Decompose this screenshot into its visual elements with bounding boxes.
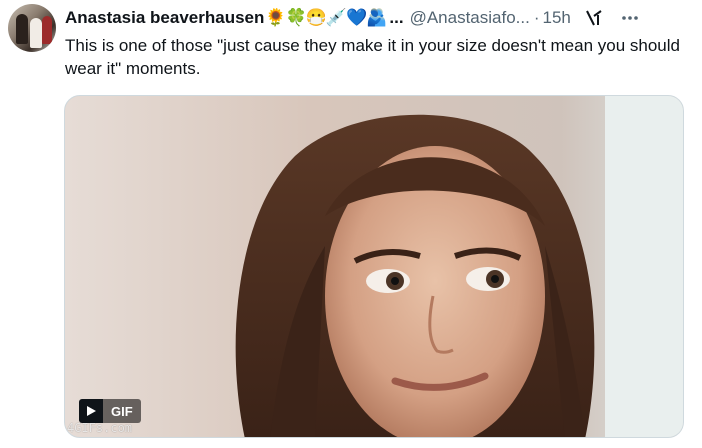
grok-icon[interactable]	[583, 7, 605, 29]
timestamp[interactable]: 15h	[543, 8, 571, 28]
gif-media[interactable]: GIF 4GIFs.com	[64, 95, 684, 438]
tweet-header: Anastasia beaverhausen 🌻🍀😷💉💙🫂 ... @Anast…	[65, 6, 692, 30]
display-name[interactable]: Anastasia beaverhausen	[65, 8, 264, 28]
gif-label: GIF	[103, 399, 141, 423]
tweet-text: This is one of those "just cause they ma…	[65, 36, 680, 78]
avatar[interactable]	[8, 4, 56, 52]
gif-watermark: 4GIFs.com	[67, 421, 133, 435]
user-handle[interactable]: @Anastasiafo...	[410, 8, 530, 28]
gif-badge[interactable]: GIF	[79, 399, 141, 423]
gif-frame	[65, 96, 683, 437]
play-icon[interactable]	[79, 399, 103, 423]
tweet[interactable]: Anastasia beaverhausen 🌻🍀😷💉💙🫂 ... @Anast…	[0, 0, 702, 448]
name-emojis: 🌻🍀😷💉💙🫂	[265, 8, 387, 27]
more-icon[interactable]	[619, 7, 641, 29]
name-ellipsis: ...	[389, 8, 404, 27]
separator-dot: ·	[533, 8, 540, 27]
